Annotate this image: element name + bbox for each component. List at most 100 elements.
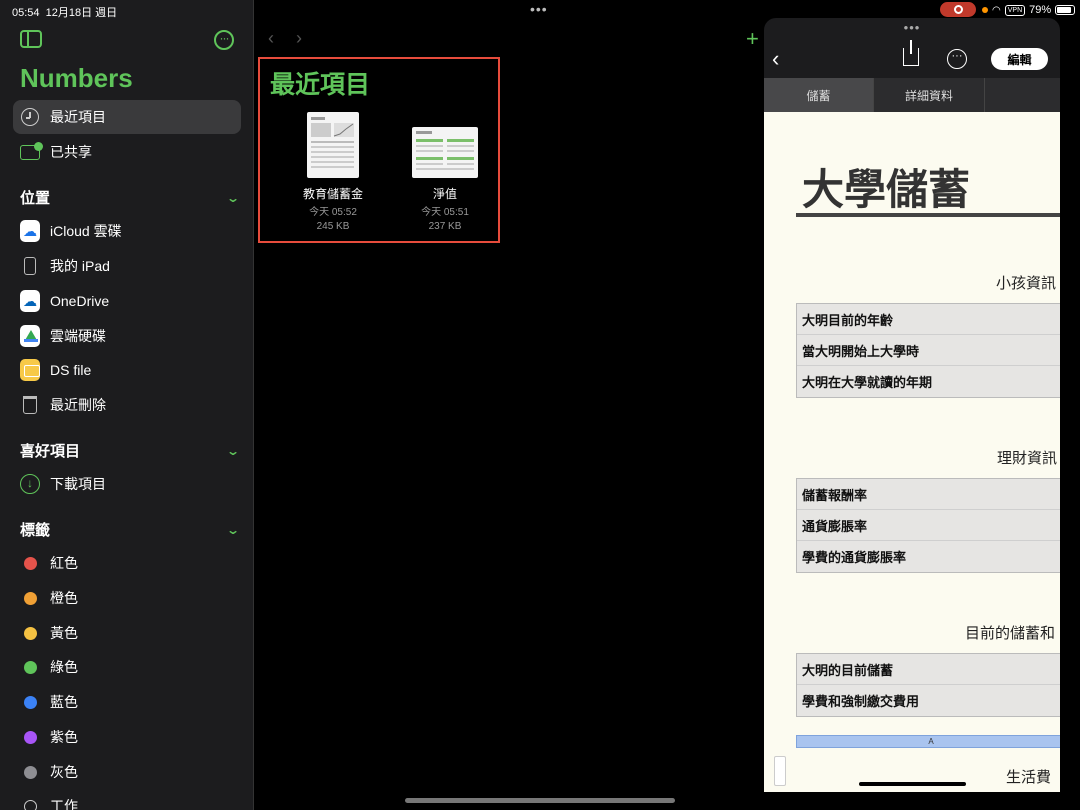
trash-icon	[20, 395, 40, 415]
sidebar-item-recently-deleted[interactable]: 最近刪除	[13, 388, 241, 422]
tag-label: 紅色	[50, 555, 78, 571]
back-chevron-icon[interactable]: ‹	[772, 46, 779, 72]
screen-recording-indicator-icon[interactable]	[940, 2, 976, 17]
row-handle[interactable]	[774, 756, 786, 786]
document-name: 教育儲蓄金	[302, 187, 363, 201]
share-icon[interactable]	[903, 40, 919, 66]
section-title: 生活費	[1006, 769, 1052, 786]
tags-header[interactable]: 標籤 ⌄	[20, 519, 240, 540]
data-table[interactable]: 大明的目前儲蓄 學費和強制繳交費用	[796, 653, 1060, 717]
table-row[interactable]: 大明的目前儲蓄	[797, 654, 1060, 685]
status-time: 05:54 12月18日 週日	[12, 7, 118, 19]
more-options-icon[interactable]: ···	[214, 30, 234, 50]
sidebar-item-ipad[interactable]: 我的 iPad	[13, 249, 241, 283]
tag-green[interactable]: 綠色	[13, 652, 78, 682]
nav-arrows: ‹›	[268, 28, 324, 49]
sidebar-item-label: 下載項目	[50, 476, 106, 492]
tag-label: 橙色	[50, 590, 78, 606]
wifi-icon: ◠	[992, 4, 1001, 16]
table-row[interactable]: 學費的通貨膨脹率	[797, 541, 1060, 572]
tag-label: 工作	[50, 798, 78, 810]
document-tile[interactable]: 淨值 今天 05:51 237 KB	[402, 127, 488, 234]
chevron-down-icon[interactable]: ⌄	[226, 523, 240, 537]
panel-grip-icon[interactable]: •••	[764, 20, 1060, 35]
vpn-badge: VPN	[1004, 4, 1026, 16]
document-modified-time: 今天 05:52	[309, 207, 357, 218]
recents-section: 最近項目 教育儲蓄金 今天 05:52 245 KB 淨值 今天 05:51 2…	[258, 57, 500, 243]
tab-savings[interactable]: 儲蓄	[764, 78, 874, 112]
tag-blue[interactable]: 藍色	[13, 687, 78, 717]
tag-gray[interactable]: 灰色	[13, 757, 78, 787]
section-title: 目前的儲蓄和	[965, 625, 1056, 642]
home-indicator[interactable]	[405, 798, 675, 803]
tag-orange[interactable]: 橙色	[13, 583, 78, 613]
more-icon[interactable]: ···	[947, 49, 967, 69]
tag-color-dot-icon	[24, 556, 37, 570]
favorites-header[interactable]: 喜好項目 ⌄	[20, 440, 240, 461]
sidebar-item-onedrive[interactable]: ☁ OneDrive	[13, 284, 241, 318]
sidebar-item-label: DS file	[50, 362, 92, 378]
onedrive-icon: ☁	[20, 290, 40, 312]
chevron-down-icon[interactable]: ⌄	[226, 444, 240, 458]
table-row[interactable]: 大明目前的年齡	[797, 304, 1060, 335]
document-thumbnail[interactable]	[307, 112, 359, 178]
sidebar-item-icloud[interactable]: ☁ iCloud 雲碟	[13, 214, 241, 248]
document-size: 245 KB	[316, 221, 350, 232]
download-icon: ↓	[20, 474, 40, 494]
slide-over-panel: ••• ‹ ··· 編輯 儲蓄 詳細資料 大學儲蓄 小孩資訊 大明目前的年齡 當…	[764, 18, 1060, 792]
spreadsheet-preview-icon	[311, 117, 354, 168]
clock-icon	[20, 107, 40, 127]
status-right: ◠ VPN 79%	[982, 4, 1076, 16]
data-table[interactable]: 儲蓄報酬率 通貨膨脹率 學費的通貨膨脹率	[796, 478, 1060, 573]
forward-arrow-icon[interactable]: ›	[296, 28, 324, 48]
tag-empty-dot-icon	[24, 799, 37, 810]
document-size: 237 KB	[428, 221, 462, 232]
sidebar-item-shared[interactable]: 已共享	[13, 135, 241, 169]
app-title: Numbers	[20, 63, 133, 93]
table-row[interactable]: 大明在大學就讀的年期	[797, 366, 1060, 397]
ds-file-icon	[20, 359, 40, 381]
tag-yellow[interactable]: 黃色	[13, 618, 78, 648]
table-row[interactable]: 通貨膨脹率	[797, 510, 1060, 541]
spreadsheet-preview-icon	[416, 131, 474, 170]
sidebar-item-downloads[interactable]: ↓ 下載項目	[13, 467, 241, 501]
ipad-icon	[20, 256, 40, 276]
chevron-down-icon[interactable]: ⌄	[226, 191, 240, 205]
google-drive-icon	[20, 325, 40, 347]
tag-work[interactable]: 工作	[13, 791, 78, 810]
add-document-button[interactable]: +	[746, 26, 759, 52]
tag-color-dot-icon	[24, 765, 37, 779]
multitasking-dots-icon[interactable]: •••	[530, 1, 548, 17]
sidebar-item-label: 已共享	[50, 144, 92, 160]
sidebar-toggle-icon[interactable]	[20, 30, 42, 48]
panel-home-indicator[interactable]	[859, 782, 966, 786]
data-table[interactable]: 大明目前的年齡 當大明開始上大學時 大明在大學就讀的年期	[796, 303, 1060, 398]
section-title: 小孩資訊	[996, 275, 1057, 292]
table-row[interactable]: 學費和強制繳交費用	[797, 685, 1060, 716]
sidebar-item-ds-file[interactable]: DS file	[13, 353, 241, 387]
table-row[interactable]: 儲蓄報酬率	[797, 479, 1060, 510]
sidebar-item-recents[interactable]: 最近項目	[13, 100, 241, 134]
tag-color-dot-icon	[24, 730, 37, 744]
document-tile[interactable]: 教育儲蓄金 今天 05:52 245 KB	[290, 112, 376, 234]
spreadsheet-canvas[interactable]: 大學儲蓄 小孩資訊 大明目前的年齡 當大明開始上大學時 大明在大學就讀的年期 理…	[764, 112, 1060, 792]
column-header[interactable]: A	[796, 735, 1060, 748]
edit-button[interactable]: 編輯	[991, 48, 1048, 70]
tag-red[interactable]: 紅色	[13, 548, 78, 578]
tag-purple[interactable]: 紫色	[13, 722, 78, 752]
sidebar-item-label: iCloud 雲碟	[50, 223, 122, 239]
sidebar-item-google-drive[interactable]: 雲端硬碟	[13, 319, 241, 353]
document-thumbnail[interactable]	[412, 127, 478, 178]
status-bar: 05:54 12月18日 週日 ••• ◠ VPN 79%	[0, 0, 1080, 20]
table-row[interactable]: 當大明開始上大學時	[797, 335, 1060, 366]
tag-color-dot-icon	[24, 591, 37, 605]
tag-color-dot-icon	[24, 626, 37, 640]
tag-label: 藍色	[50, 694, 78, 710]
tag-label: 綠色	[50, 659, 78, 675]
back-arrow-icon[interactable]: ‹	[268, 28, 296, 48]
tab-details[interactable]: 詳細資料	[874, 78, 985, 112]
locations-header[interactable]: 位置 ⌄	[20, 187, 240, 208]
locations-title: 位置	[20, 190, 51, 207]
battery-icon	[1055, 5, 1076, 15]
tag-label: 灰色	[50, 764, 78, 780]
